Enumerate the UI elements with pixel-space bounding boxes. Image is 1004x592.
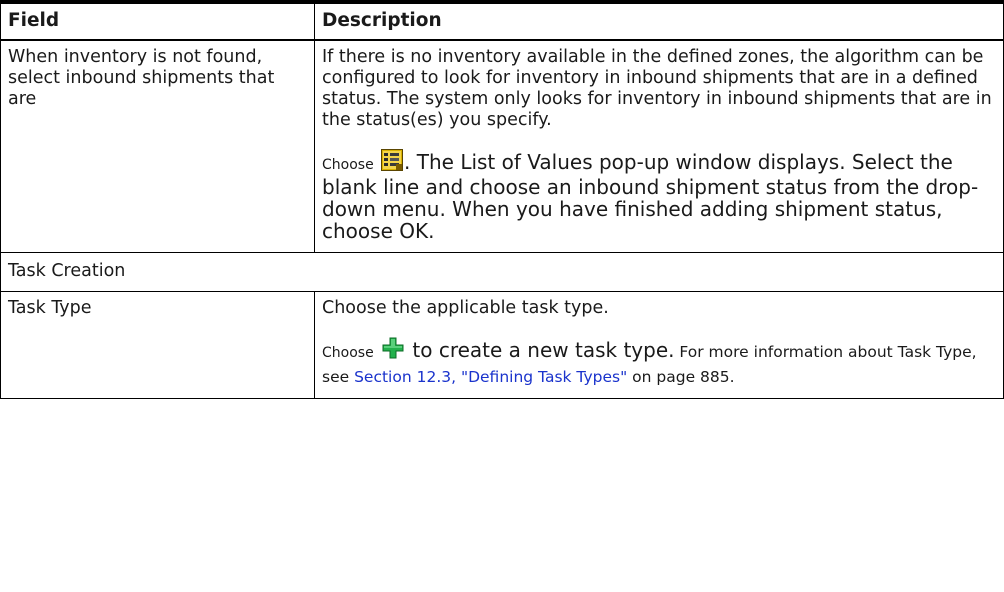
section-row: Task Creation xyxy=(0,252,1004,292)
choose-text: Choose xyxy=(322,345,374,361)
description-paragraph: Choose to create a new task type. For mo… xyxy=(322,337,996,388)
field-cell: When inventory is not found, select inbo… xyxy=(0,39,315,253)
description-text: . The List of Values pop-up window displ… xyxy=(322,150,979,243)
description-paragraph: Choose the applicable task type. xyxy=(322,298,609,318)
field-column-header: Field xyxy=(0,0,315,41)
section-link[interactable]: Section 12.3, "Defining Task Types" xyxy=(354,368,627,386)
add-plus-icon[interactable] xyxy=(382,337,404,359)
section-title: Task Creation xyxy=(0,252,1004,292)
field-cell: Task Type xyxy=(0,291,315,399)
list-of-values-icon[interactable] xyxy=(381,149,404,171)
description-paragraph: Choose . The List of Values pop-up windo… xyxy=(322,149,996,242)
description-column-header: Description xyxy=(314,0,1004,41)
page-reference: on page 885. xyxy=(627,368,735,386)
table-header-row: Field Description xyxy=(0,0,1004,41)
field-name: Task Type xyxy=(8,298,92,318)
table-row: Task Type Choose the applicable task typ… xyxy=(0,291,1004,399)
description-paragraph: If there is no inventory available in th… xyxy=(322,47,992,130)
description-text: to create a new task type. xyxy=(406,338,675,362)
field-description-table: Field Description When inventory is not … xyxy=(0,0,1004,399)
description-cell: Choose the applicable task type. Choose … xyxy=(314,291,1004,399)
field-name: When inventory is not found, select inbo… xyxy=(8,47,275,109)
description-cell: If there is no inventory available in th… xyxy=(314,39,1004,253)
choose-text: Choose xyxy=(322,157,374,173)
table-row: When inventory is not found, select inbo… xyxy=(0,39,1004,253)
